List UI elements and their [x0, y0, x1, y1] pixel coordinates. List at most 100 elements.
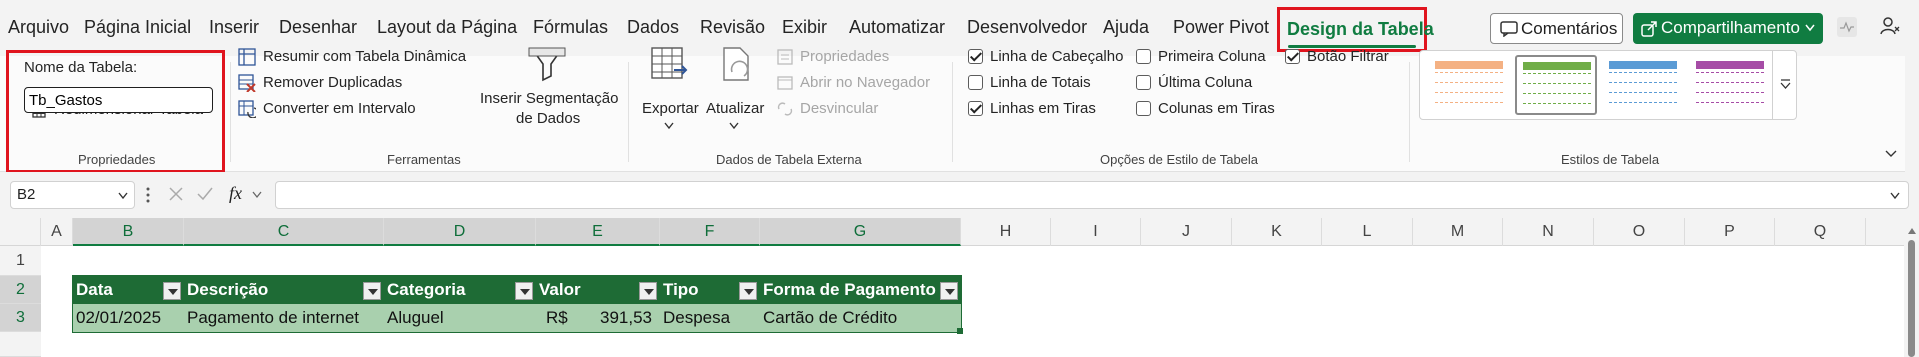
- properties-button[interactable]: Propriedades: [800, 48, 889, 65]
- table-style-swatch[interactable]: [1689, 55, 1771, 115]
- column-header[interactable]: Q: [1775, 218, 1866, 246]
- name-box[interactable]: B2: [10, 181, 135, 209]
- table-style-swatch[interactable]: [1602, 55, 1684, 115]
- menu-revisao[interactable]: Revisão: [700, 17, 765, 38]
- comments-button[interactable]: Comentários: [1490, 13, 1623, 44]
- filter-dropdown-button[interactable]: [163, 282, 181, 300]
- menu-automatizar[interactable]: Automatizar: [849, 17, 945, 38]
- enter-check-icon[interactable]: [196, 186, 214, 202]
- unlink-button[interactable]: Desvincular: [800, 100, 878, 117]
- gallery-expand-button[interactable]: [1772, 51, 1797, 119]
- column-header[interactable]: H: [961, 218, 1051, 246]
- table-header-cell[interactable]: Data: [73, 276, 184, 304]
- menu-power-pivot[interactable]: Power Pivot: [1173, 17, 1269, 38]
- banded-columns-checkbox[interactable]: [1136, 101, 1151, 116]
- row-header[interactable]: 2: [0, 276, 41, 304]
- table-data-cell[interactable]: Cartão de Crédito: [760, 304, 961, 332]
- column-header[interactable]: A: [41, 218, 73, 246]
- table-header-cell[interactable]: Valor: [536, 276, 660, 304]
- menu-desenhar[interactable]: Desenhar: [279, 17, 357, 38]
- menu-exibir[interactable]: Exibir: [782, 17, 827, 38]
- column-header[interactable]: K: [1232, 218, 1322, 246]
- column-header[interactable]: E: [536, 218, 660, 246]
- pivot-table-button[interactable]: Resumir com Tabela Dinâmica: [263, 48, 466, 65]
- filter-button-label: Botão Filtrar: [1307, 48, 1389, 65]
- menu-inserir[interactable]: Inserir: [209, 17, 259, 38]
- formula-input[interactable]: [275, 181, 1909, 209]
- open-browser-button[interactable]: Abrir no Navegador: [800, 74, 930, 91]
- table-header-cell[interactable]: Categoria: [384, 276, 536, 304]
- table-style-swatch[interactable]: [1515, 55, 1597, 115]
- header-text: Forma de Pagamento: [763, 280, 936, 299]
- insert-function-button[interactable]: fx: [229, 183, 242, 204]
- filter-dropdown-button[interactable]: [639, 282, 657, 300]
- column-header[interactable]: N: [1503, 218, 1594, 246]
- tab-design-da-tabela[interactable]: Design da Tabela: [1277, 7, 1434, 52]
- row-header[interactable]: 3: [0, 304, 41, 332]
- menu-ajuda[interactable]: Ajuda: [1103, 17, 1149, 38]
- filter-dropdown-button[interactable]: [515, 282, 533, 300]
- menu-pagina-inicial[interactable]: Página Inicial: [84, 17, 191, 38]
- table-data-cell[interactable]: Aluguel: [384, 304, 536, 332]
- refresh-button[interactable]: Atualizar: [706, 100, 764, 117]
- menu-formulas[interactable]: Fórmulas: [533, 17, 608, 38]
- menu-arquivo[interactable]: Arquivo: [8, 17, 69, 38]
- cell-text: 02/01/2025: [76, 308, 162, 327]
- filter-button-checkbox[interactable]: [1285, 49, 1300, 64]
- table-data-cell[interactable]: R$ 391,53: [536, 304, 660, 332]
- copilot-icon[interactable]: [1879, 15, 1901, 37]
- column-header[interactable]: C: [184, 218, 384, 246]
- last-column-checkbox[interactable]: [1136, 75, 1151, 90]
- slicer-button-line1[interactable]: Inserir Segmentação: [480, 90, 618, 107]
- column-header[interactable]: M: [1413, 218, 1503, 246]
- cancel-icon[interactable]: [168, 186, 184, 202]
- filter-dropdown-button[interactable]: [363, 282, 381, 300]
- table-header-cell[interactable]: Tipo: [660, 276, 760, 304]
- vertical-scrollbar[interactable]: [1904, 218, 1919, 357]
- convert-range-button[interactable]: Converter em Intervalo: [263, 100, 416, 117]
- table-data-cell[interactable]: 02/01/2025: [73, 304, 184, 332]
- column-header[interactable]: I: [1051, 218, 1141, 246]
- table-data-cell[interactable]: Pagamento de internet: [184, 304, 384, 332]
- filter-dropdown-button[interactable]: [940, 282, 958, 300]
- menu-dados[interactable]: Dados: [627, 17, 679, 38]
- slicer-button-line2[interactable]: de Dados: [516, 110, 580, 127]
- column-header[interactable]: F: [660, 218, 760, 246]
- banded-rows-checkbox[interactable]: [968, 101, 983, 116]
- column-header[interactable]: G: [760, 218, 961, 246]
- column-header[interactable]: D: [384, 218, 536, 246]
- scrollbar-thumb[interactable]: [1908, 240, 1915, 357]
- column-header[interactable]: L: [1322, 218, 1413, 246]
- select-all-corner[interactable]: [0, 218, 41, 246]
- row-header[interactable]: 1: [0, 246, 41, 276]
- activity-icon[interactable]: [1837, 17, 1857, 37]
- chevron-down-icon: [1805, 24, 1815, 32]
- share-label: Compartilhamento: [1661, 18, 1800, 37]
- column-header[interactable]: B: [73, 218, 184, 246]
- cell-text: Cartão de Crédito: [763, 308, 898, 327]
- table-style-swatch[interactable]: [1428, 55, 1510, 115]
- export-button[interactable]: Exportar: [642, 100, 699, 117]
- menu-layout[interactable]: Layout da Página: [377, 17, 517, 38]
- table-header-cell[interactable]: Descrição: [184, 276, 384, 304]
- table-resize-handle[interactable]: [957, 328, 963, 334]
- menu-desenvolvedor[interactable]: Desenvolvedor: [967, 17, 1087, 38]
- filter-dropdown-button[interactable]: [739, 282, 757, 300]
- column-header[interactable]: O: [1594, 218, 1685, 246]
- scroll-up-icon[interactable]: [1908, 228, 1916, 234]
- collapse-ribbon-icon[interactable]: [1885, 150, 1897, 158]
- column-header[interactable]: J: [1141, 218, 1232, 246]
- more-options-icon[interactable]: [146, 187, 150, 203]
- column-header[interactable]: P: [1685, 218, 1775, 246]
- total-row-checkbox[interactable]: [968, 75, 983, 90]
- share-button[interactable]: Compartilhamento: [1633, 13, 1823, 44]
- table-name-input[interactable]: [24, 87, 213, 113]
- group-separator: [628, 62, 629, 162]
- header-row-checkbox[interactable]: [968, 49, 983, 64]
- row-header[interactable]: [0, 332, 41, 357]
- first-column-checkbox[interactable]: [1136, 49, 1151, 64]
- remove-duplicates-icon: [238, 74, 256, 92]
- table-data-cell[interactable]: Despesa: [660, 304, 760, 332]
- table-header-cell[interactable]: Forma de Pagamento: [760, 276, 961, 304]
- remove-duplicates-button[interactable]: Remover Duplicadas: [263, 74, 402, 91]
